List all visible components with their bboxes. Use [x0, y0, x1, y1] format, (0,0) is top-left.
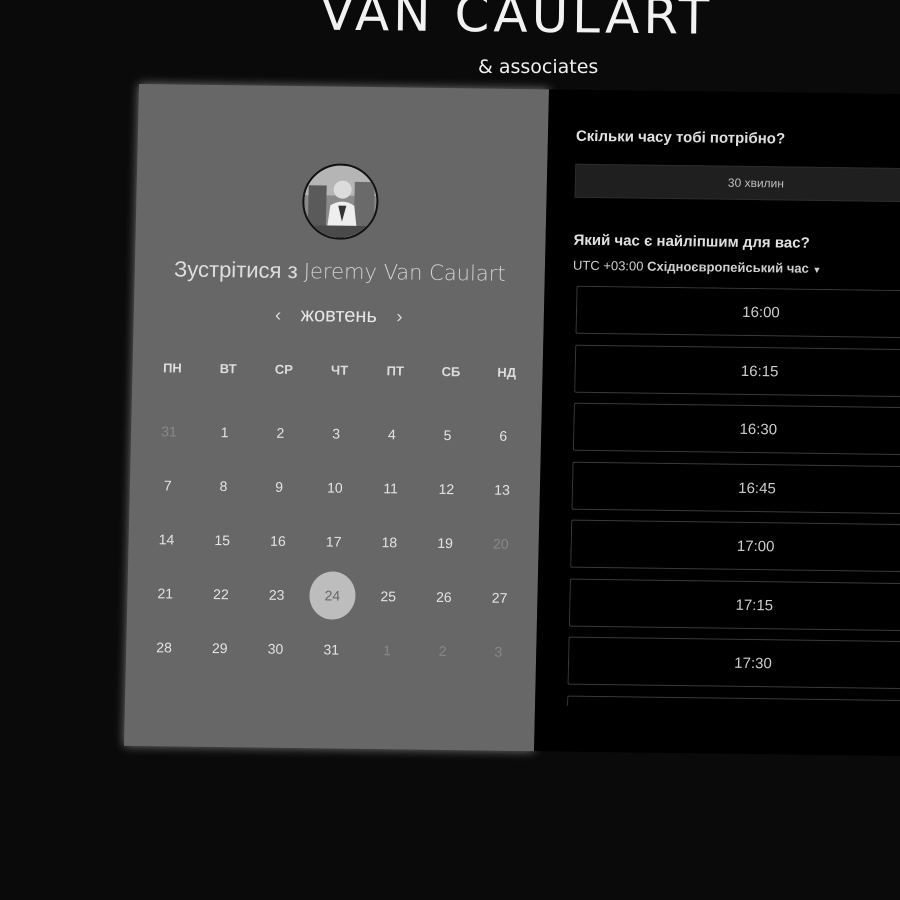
- weekday-label: ЧТ: [330, 362, 349, 378]
- calendar-day[interactable]: 11: [364, 464, 417, 513]
- booking-card: Зустрітися з Jeremy Van Caulart ‹ жовтен…: [123, 84, 900, 757]
- calendar-day[interactable]: 3: [310, 409, 363, 458]
- host-prefix: Зустрітися з: [173, 256, 305, 284]
- calendar-day[interactable]: 28: [138, 623, 191, 672]
- time-slot[interactable]: 16:30: [572, 402, 900, 456]
- calendar-day[interactable]: 5: [421, 411, 474, 460]
- timezone-offset: UTC +03:00: [572, 257, 644, 274]
- time-slot[interactable]: [567, 695, 900, 711]
- weekday-label: СБ: [441, 363, 461, 380]
- calendar-day[interactable]: 4: [365, 410, 418, 459]
- calendar-day[interactable]: 12: [420, 465, 473, 514]
- calendar-panel: Зустрітися з Jeremy Van Caulart ‹ жовтен…: [123, 84, 550, 752]
- weekday-label: ПН: [162, 360, 182, 376]
- calendar-week: 7 8 9 10 11 12 13: [141, 458, 532, 517]
- calendar-day[interactable]: 25: [362, 572, 415, 621]
- timezone-selector[interactable]: UTC +03:00 Східноєвропейський час ▼: [573, 258, 822, 276]
- time-slot[interactable]: 17:00: [570, 519, 900, 573]
- calendar-day[interactable]: 13: [476, 465, 529, 514]
- calendar-day[interactable]: 1: [198, 408, 251, 457]
- weekday-label: ПТ: [386, 363, 405, 379]
- month-navigator: ‹ жовтень ›: [134, 302, 545, 330]
- calendar-day[interactable]: 22: [195, 570, 248, 619]
- calendar-day[interactable]: 17: [307, 517, 360, 566]
- next-month-icon[interactable]: ›: [382, 306, 416, 327]
- calendar-day[interactable]: 10: [309, 463, 362, 512]
- calendar-day[interactable]: 6: [477, 411, 530, 460]
- duration-question: Скільки часу тобі потрібно?: [575, 127, 786, 148]
- calendar-day[interactable]: 26: [418, 573, 471, 622]
- calendar-week: 28 29 30 31 1 2 3: [138, 620, 529, 679]
- calendar-week: 21 22 23 24 25 26 27: [139, 566, 530, 625]
- calendar-day[interactable]: 30: [249, 624, 302, 673]
- calendar-day[interactable]: 8: [197, 462, 250, 511]
- calendar-day[interactable]: 18: [363, 518, 416, 567]
- time-panel: Скільки часу тобі потрібно? 30 хвилин Як…: [533, 89, 900, 757]
- calendar-day[interactable]: 23: [250, 570, 303, 619]
- duration-select[interactable]: 30 хвилин: [574, 163, 900, 203]
- time-slot[interactable]: 16:45: [571, 461, 900, 515]
- time-slot[interactable]: 17:15: [568, 578, 900, 631]
- time-slot[interactable]: 16:00: [575, 285, 900, 339]
- calendar-day-outside: 2: [438, 642, 447, 660]
- caret-down-icon[interactable]: ▼: [812, 265, 821, 275]
- timezone-name[interactable]: Східноєвропейський час: [647, 259, 809, 276]
- host-avatar: [301, 163, 380, 241]
- avatar-photo-icon: [303, 165, 378, 239]
- time-slot[interactable]: 16:15: [574, 344, 900, 398]
- prev-month-icon[interactable]: ‹: [261, 305, 295, 326]
- time-slot[interactable]: 17:30: [567, 636, 900, 690]
- month-label: жовтень: [300, 304, 378, 328]
- weekday-header: ПН ВТ СР ЧТ ПТ СБ НД: [144, 360, 534, 380]
- calendar-day[interactable]: 7: [141, 461, 194, 510]
- calendar-day[interactable]: 31: [305, 625, 358, 674]
- time-slot-list[interactable]: 16:00 16:15 16:30 16:45 17:00 17:15 17:3…: [567, 285, 900, 711]
- calendar-day[interactable]: 9: [253, 463, 306, 512]
- time-question: Який час є найліпшим для вас?: [573, 231, 810, 252]
- calendar-day-outside: 1: [382, 642, 392, 659]
- calendar-day-selected[interactable]: 24: [308, 571, 356, 620]
- calendar-day[interactable]: 16: [252, 516, 305, 565]
- calendar-day[interactable]: 19: [419, 519, 472, 568]
- calendar-day[interactable]: 21: [139, 569, 192, 618]
- calendar-day[interactable]: 14: [140, 515, 193, 564]
- calendar-day-unavailable: 20: [492, 535, 509, 552]
- host-heading: Зустрітися з Jeremy Van Caulart: [135, 256, 546, 287]
- calendar-grid: 31 1 2 3 4 5 6 7 8 9 10 11 12 13 14 15 1…: [138, 404, 534, 679]
- calendar-day[interactable]: 15: [196, 516, 249, 565]
- calendar-day-outside: 3: [494, 643, 503, 660]
- weekday-label: ВТ: [219, 361, 237, 377]
- calendar-day[interactable]: 2: [254, 409, 307, 458]
- calendar-week: 14 15 16 17 18 19 20: [140, 512, 531, 571]
- host-name: Jeremy Van Caulart: [303, 259, 506, 286]
- weekday-label: СР: [274, 361, 294, 378]
- calendar-day[interactable]: 29: [193, 624, 246, 673]
- calendar-week: 31 1 2 3 4 5 6: [143, 404, 534, 463]
- calendar-day-outside: 31: [161, 423, 177, 440]
- weekday-label: НД: [497, 364, 517, 380]
- calendar-day[interactable]: 27: [473, 573, 526, 622]
- brand-title: VAN CAULART: [319, 0, 714, 46]
- brand-subtitle: & associates: [478, 56, 599, 78]
